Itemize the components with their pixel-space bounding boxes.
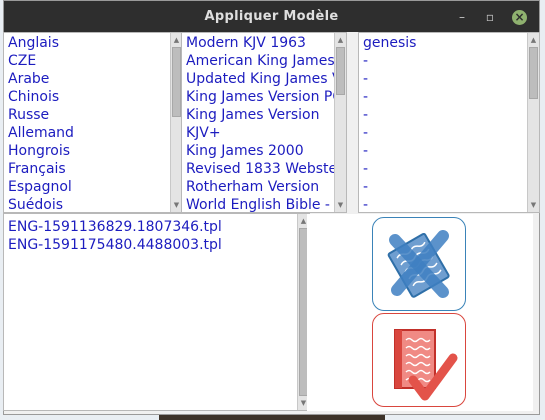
language-list-item[interactable]: Espagnol bbox=[4, 178, 182, 196]
version-list-item[interactable]: King James Version bbox=[182, 106, 346, 124]
book-list-item[interactable]: genesis bbox=[359, 34, 539, 52]
language-list-item[interactable]: Arabe bbox=[4, 70, 182, 88]
template-list-item[interactable]: ENG-1591175480.4488003.tpl bbox=[4, 236, 309, 254]
version-list-item[interactable]: Rotherham Version bbox=[182, 178, 346, 196]
book-list-item[interactable]: - bbox=[359, 106, 539, 124]
language-list-item[interactable]: Français bbox=[4, 160, 182, 178]
template-list-item[interactable]: ENG-1591136829.1807346.tpl bbox=[4, 218, 309, 236]
language-list-item[interactable]: Hongrois bbox=[4, 142, 182, 160]
book-list-item[interactable]: - bbox=[359, 124, 539, 142]
version-list[interactable]: Modern KJV 1963American King James Versi… bbox=[181, 32, 347, 213]
language-list-item[interactable]: Chinois bbox=[4, 88, 182, 106]
language-list-item[interactable]: Russe bbox=[4, 106, 182, 124]
template-list[interactable]: ENG-1591136829.1807346.tpl ENG-1591175480… bbox=[3, 213, 310, 411]
book-scrollbar[interactable]: ▲ ▼ bbox=[527, 33, 539, 212]
version-list-item[interactable]: King James Version PCE bbox=[182, 88, 346, 106]
book-list-item[interactable]: - bbox=[359, 178, 539, 196]
book-list-item[interactable]: - bbox=[359, 142, 539, 160]
version-list-item[interactable]: Revised 1833 Webster Version bbox=[182, 160, 346, 178]
scroll-up-icon[interactable]: ▲ bbox=[528, 34, 539, 46]
scroll-up-icon[interactable]: ▲ bbox=[335, 34, 346, 46]
book-list-item[interactable]: - bbox=[359, 160, 539, 178]
book-list-item[interactable]: - bbox=[359, 196, 539, 212]
version-list-item[interactable]: King James 2000 bbox=[182, 142, 346, 160]
version-list-item[interactable]: World English Bible - Messianic bbox=[182, 196, 346, 212]
language-list-item[interactable]: Allemand bbox=[4, 124, 182, 142]
language-list[interactable]: Anglais CZE Arabe Chinois Russe Allemand Hongr… bbox=[3, 32, 183, 213]
scroll-thumb[interactable] bbox=[529, 47, 538, 99]
scroll-thumb[interactable] bbox=[336, 47, 345, 95]
version-list-item[interactable]: Updated King James Version bbox=[182, 70, 346, 88]
version-list-item[interactable]: Modern KJV 1963 bbox=[182, 34, 346, 52]
version-list-item[interactable]: KJV+ bbox=[182, 124, 346, 142]
version-list-item[interactable]: American King James Version bbox=[182, 52, 346, 70]
book-list-item[interactable]: - bbox=[359, 70, 539, 88]
version-scrollbar[interactable]: ▲ ▼ bbox=[334, 33, 346, 212]
close-icon[interactable]: × bbox=[512, 10, 527, 25]
maximize-icon[interactable]: ▫ bbox=[483, 10, 497, 24]
scroll-down-icon[interactable]: ▼ bbox=[335, 199, 346, 211]
scroll-thumb[interactable] bbox=[172, 47, 181, 117]
scroll-down-icon[interactable]: ▼ bbox=[528, 199, 539, 211]
title-bar[interactable]: Appliquer Modèle – ▫ × bbox=[4, 1, 539, 32]
book-list-item[interactable]: - bbox=[359, 88, 539, 106]
apply-bible-icon bbox=[394, 329, 458, 401]
cancel-button[interactable] bbox=[372, 217, 466, 311]
cancel-bible-icon bbox=[387, 230, 450, 298]
minimize-icon[interactable]: – bbox=[455, 10, 469, 24]
language-list-item[interactable]: Anglais bbox=[4, 34, 182, 52]
language-list-item[interactable]: Suédois bbox=[4, 196, 182, 212]
book-list[interactable]: genesis - - - - - - - - - ▲ ▼ bbox=[358, 32, 540, 213]
book-list-item[interactable]: - bbox=[359, 52, 539, 70]
language-list-item[interactable]: CZE bbox=[4, 52, 182, 70]
apply-button[interactable] bbox=[372, 313, 466, 407]
